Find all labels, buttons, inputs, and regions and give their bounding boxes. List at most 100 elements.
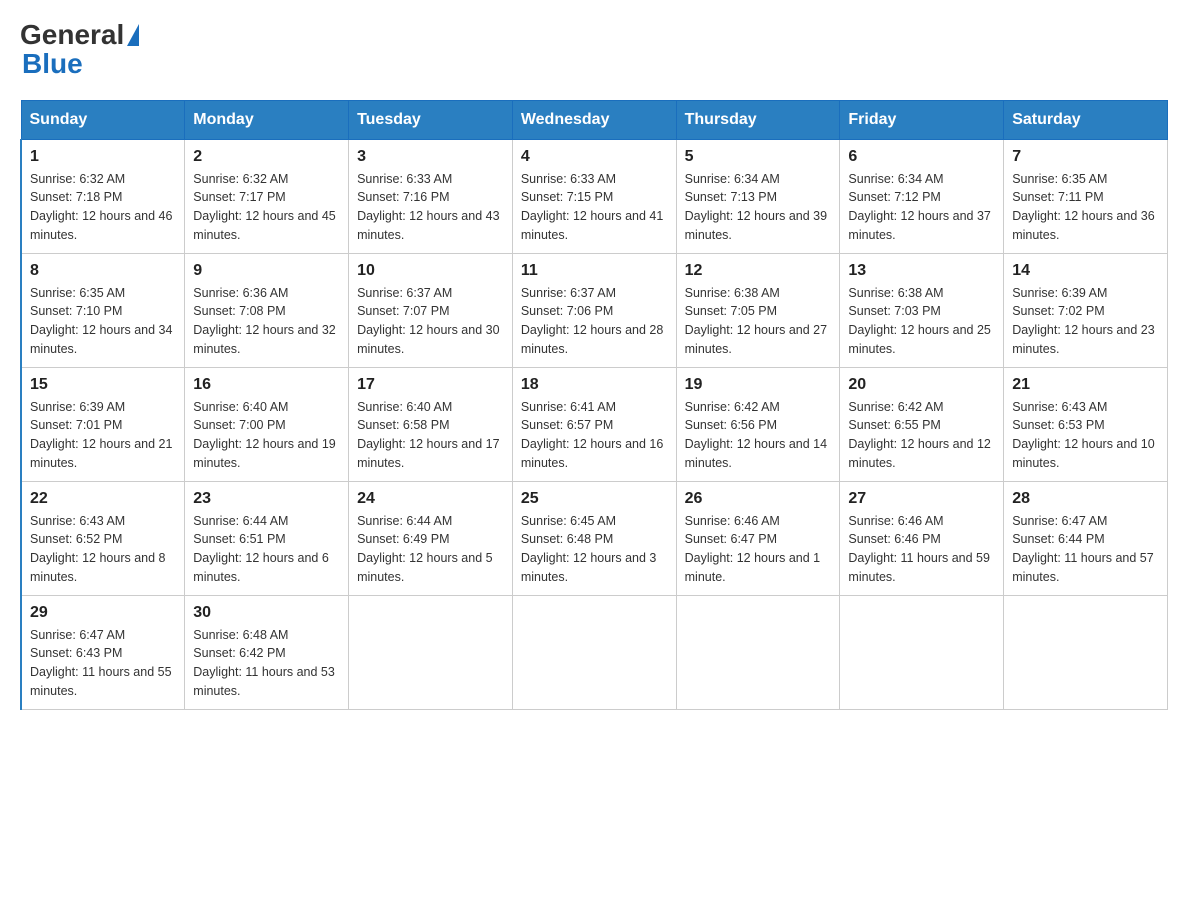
day-number: 12 [685,262,832,280]
day-info: Sunrise: 6:39 AMSunset: 7:01 PMDaylight:… [30,398,176,473]
page-header: General Blue [20,20,1168,80]
calendar-week-row: 8 Sunrise: 6:35 AMSunset: 7:10 PMDaylight… [21,253,1168,367]
day-info: Sunrise: 6:36 AMSunset: 7:08 PMDaylight:… [193,284,340,359]
calendar-cell: 28 Sunrise: 6:47 AMSunset: 6:44 PMDayligh… [1004,481,1168,595]
calendar-cell [676,595,840,709]
day-number: 14 [1012,262,1159,280]
day-number: 23 [193,490,340,508]
calendar-cell: 8 Sunrise: 6:35 AMSunset: 7:10 PMDaylight… [21,253,185,367]
day-number: 11 [521,262,668,280]
calendar-table: SundayMondayTuesdayWednesdayThursdayFrid… [20,100,1168,710]
calendar-cell: 21 Sunrise: 6:43 AMSunset: 6:53 PMDayligh… [1004,367,1168,481]
logo-blue-text: Blue [20,49,139,80]
day-info: Sunrise: 6:37 AMSunset: 7:06 PMDaylight:… [521,284,668,359]
calendar-cell: 4Sunrise: 6:33 AMSunset: 7:15 PMDaylight… [512,139,676,253]
calendar-cell: 30 Sunrise: 6:48 AMSunset: 6:42 PMDayligh… [185,595,349,709]
day-info: Sunrise: 6:42 AMSunset: 6:55 PMDaylight:… [848,398,995,473]
calendar-cell: 23 Sunrise: 6:44 AMSunset: 6:51 PMDayligh… [185,481,349,595]
calendar-cell: 9 Sunrise: 6:36 AMSunset: 7:08 PMDaylight… [185,253,349,367]
calendar-header-row: SundayMondayTuesdayWednesdayThursdayFrid… [21,100,1168,139]
day-number: 19 [685,376,832,394]
day-number: 13 [848,262,995,280]
day-info: Sunrise: 6:39 AMSunset: 7:02 PMDaylight:… [1012,284,1159,359]
day-info: Sunrise: 6:40 AMSunset: 6:58 PMDaylight:… [357,398,504,473]
day-info: Sunrise: 6:40 AMSunset: 7:00 PMDaylight:… [193,398,340,473]
day-number: 10 [357,262,504,280]
calendar-cell: 25Sunrise: 6:45 AMSunset: 6:48 PMDayligh… [512,481,676,595]
calendar-cell [1004,595,1168,709]
day-number: 22 [30,490,176,508]
day-info: Sunrise: 6:35 AMSunset: 7:11 PMDaylight:… [1012,170,1159,245]
calendar-cell: 16 Sunrise: 6:40 AMSunset: 7:00 PMDayligh… [185,367,349,481]
calendar-cell: 14 Sunrise: 6:39 AMSunset: 7:02 PMDayligh… [1004,253,1168,367]
calendar-cell: 18 Sunrise: 6:41 AMSunset: 6:57 PMDayligh… [512,367,676,481]
header-sunday: Sunday [21,100,185,139]
calendar-cell: 26 Sunrise: 6:46 AMSunset: 6:47 PMDayligh… [676,481,840,595]
day-info: Sunrise: 6:38 AMSunset: 7:03 PMDaylight:… [848,284,995,359]
day-number: 4 [521,148,668,166]
calendar-cell: 2 Sunrise: 6:32 AMSunset: 7:17 PMDaylight… [185,139,349,253]
day-info: Sunrise: 6:43 AMSunset: 6:52 PMDaylight:… [30,512,176,587]
day-number: 16 [193,376,340,394]
day-info: Sunrise: 6:44 AMSunset: 6:51 PMDaylight:… [193,512,340,587]
day-info: Sunrise: 6:48 AMSunset: 6:42 PMDaylight:… [193,626,340,701]
day-info: Sunrise: 6:34 AMSunset: 7:12 PMDaylight:… [848,170,995,245]
day-info: Sunrise: 6:43 AMSunset: 6:53 PMDaylight:… [1012,398,1159,473]
calendar-cell: 19 Sunrise: 6:42 AMSunset: 6:56 PMDayligh… [676,367,840,481]
calendar-cell: 3Sunrise: 6:33 AMSunset: 7:16 PMDaylight… [349,139,513,253]
day-info: Sunrise: 6:47 AMSunset: 6:43 PMDaylight:… [30,626,176,701]
calendar-cell: 11 Sunrise: 6:37 AMSunset: 7:06 PMDayligh… [512,253,676,367]
day-number: 7 [1012,148,1159,166]
calendar-week-row: 1Sunrise: 6:32 AMSunset: 7:18 PMDaylight… [21,139,1168,253]
calendar-cell [349,595,513,709]
logo-general-text: General [20,20,124,51]
day-info: Sunrise: 6:46 AMSunset: 6:47 PMDaylight:… [685,512,832,587]
day-number: 17 [357,376,504,394]
calendar-week-row: 22 Sunrise: 6:43 AMSunset: 6:52 PMDayligh… [21,481,1168,595]
day-number: 6 [848,148,995,166]
day-number: 18 [521,376,668,394]
calendar-week-row: 15 Sunrise: 6:39 AMSunset: 7:01 PMDayligh… [21,367,1168,481]
day-info: Sunrise: 6:41 AMSunset: 6:57 PMDaylight:… [521,398,668,473]
calendar-cell: 20Sunrise: 6:42 AMSunset: 6:55 PMDayligh… [840,367,1004,481]
day-number: 29 [30,604,176,622]
day-info: Sunrise: 6:35 AMSunset: 7:10 PMDaylight:… [30,284,176,359]
day-number: 9 [193,262,340,280]
calendar-cell: 5Sunrise: 6:34 AMSunset: 7:13 PMDaylight… [676,139,840,253]
day-info: Sunrise: 6:45 AMSunset: 6:48 PMDaylight:… [521,512,668,587]
day-info: Sunrise: 6:32 AMSunset: 7:17 PMDaylight:… [193,170,340,245]
calendar-cell: 17 Sunrise: 6:40 AMSunset: 6:58 PMDayligh… [349,367,513,481]
day-info: Sunrise: 6:47 AMSunset: 6:44 PMDaylight:… [1012,512,1159,587]
logo-triangle-icon [127,24,139,46]
calendar-cell: 15 Sunrise: 6:39 AMSunset: 7:01 PMDayligh… [21,367,185,481]
calendar-cell: 6 Sunrise: 6:34 AMSunset: 7:12 PMDaylight… [840,139,1004,253]
day-info: Sunrise: 6:32 AMSunset: 7:18 PMDaylight:… [30,170,176,245]
day-info: Sunrise: 6:33 AMSunset: 7:16 PMDaylight:… [357,170,504,245]
logo: General Blue [20,20,139,80]
calendar-cell: 1Sunrise: 6:32 AMSunset: 7:18 PMDaylight… [21,139,185,253]
day-number: 30 [193,604,340,622]
day-number: 8 [30,262,176,280]
logo-container: General Blue [20,20,139,80]
day-number: 26 [685,490,832,508]
day-number: 21 [1012,376,1159,394]
calendar-week-row: 29 Sunrise: 6:47 AMSunset: 6:43 PMDayligh… [21,595,1168,709]
day-info: Sunrise: 6:37 AMSunset: 7:07 PMDaylight:… [357,284,504,359]
day-number: 15 [30,376,176,394]
calendar-cell: 12Sunrise: 6:38 AMSunset: 7:05 PMDayligh… [676,253,840,367]
calendar-cell: 24Sunrise: 6:44 AMSunset: 6:49 PMDayligh… [349,481,513,595]
header-friday: Friday [840,100,1004,139]
calendar-cell [512,595,676,709]
calendar-cell: 29 Sunrise: 6:47 AMSunset: 6:43 PMDayligh… [21,595,185,709]
day-number: 2 [193,148,340,166]
header-monday: Monday [185,100,349,139]
day-number: 28 [1012,490,1159,508]
day-number: 27 [848,490,995,508]
day-info: Sunrise: 6:42 AMSunset: 6:56 PMDaylight:… [685,398,832,473]
calendar-cell: 22 Sunrise: 6:43 AMSunset: 6:52 PMDayligh… [21,481,185,595]
calendar-cell: 7 Sunrise: 6:35 AMSunset: 7:11 PMDaylight… [1004,139,1168,253]
header-tuesday: Tuesday [349,100,513,139]
calendar-cell: 13 Sunrise: 6:38 AMSunset: 7:03 PMDayligh… [840,253,1004,367]
calendar-cell: 27Sunrise: 6:46 AMSunset: 6:46 PMDayligh… [840,481,1004,595]
calendar-cell [840,595,1004,709]
